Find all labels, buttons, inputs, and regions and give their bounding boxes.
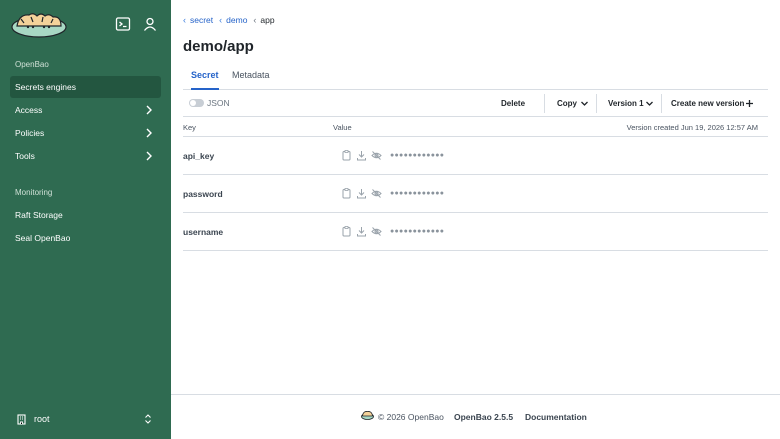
secret-key: password	[183, 189, 223, 199]
table-row: password ●●●●●●●●●●●●	[183, 175, 768, 213]
chevron-down-icon	[581, 101, 588, 106]
toolbar-divider	[661, 94, 662, 113]
eye-off-icon[interactable]	[371, 150, 382, 161]
secret-key: api_key	[183, 151, 215, 161]
create-new-version-button[interactable]: Create new version	[671, 99, 744, 108]
tab-metadata[interactable]: Metadata	[232, 70, 270, 90]
masked-value[interactable]: ●●●●●●●●●●●●	[390, 190, 444, 197]
tab-bar: Secret Metadata	[183, 64, 768, 90]
breadcrumb-demo[interactable]: demo	[226, 15, 247, 25]
chevron-left-icon: ‹	[253, 15, 257, 25]
breadcrumb: ‹ secret ‹ demo ‹ app	[183, 15, 275, 25]
sidebar-item-policies[interactable]: Policies	[10, 122, 161, 144]
openbao-logo-small	[361, 411, 374, 420]
sidebar-item-label: Secrets engines	[15, 82, 76, 92]
plus-icon	[746, 100, 753, 107]
secret-key: username	[183, 227, 224, 237]
tab-secret[interactable]: Secret	[191, 70, 219, 90]
chevron-right-icon	[146, 151, 152, 161]
sidebar-item-tools[interactable]: Tools	[10, 145, 161, 167]
section-monitoring: Monitoring	[15, 188, 53, 197]
download-icon[interactable]	[356, 226, 367, 237]
sidebar-item-label: Policies	[15, 128, 45, 138]
sidebar-item-raft-storage[interactable]: Raft Storage	[10, 204, 161, 226]
footer-documentation-link[interactable]: Documentation	[525, 412, 587, 422]
eye-off-icon[interactable]	[371, 188, 382, 199]
footer: © 2026 OpenBao OpenBao 2.5.5 Documentati…	[171, 394, 780, 439]
user-icon[interactable]	[142, 16, 158, 32]
section-openbao: OpenBao	[15, 60, 49, 69]
user-name: root	[34, 414, 50, 424]
table-header: Key Value Version created Jun 19, 2026 1…	[183, 117, 768, 137]
json-label: JSON	[207, 98, 230, 108]
toolbar-divider	[544, 94, 545, 113]
table-row: username ●●●●●●●●●●●●	[183, 213, 768, 251]
download-icon[interactable]	[356, 150, 367, 161]
sidebar-item-label: Tools	[15, 151, 35, 161]
copy-button[interactable]: Copy	[557, 99, 577, 108]
sidebar: OpenBao Secrets engines Access Policies …	[0, 0, 171, 439]
download-icon[interactable]	[356, 188, 367, 199]
table-row: api_key ●●●●●●●●●●●●	[183, 137, 768, 175]
sidebar-item-label: Seal OpenBao	[15, 233, 71, 243]
chevron-right-icon	[146, 105, 152, 115]
masked-value[interactable]: ●●●●●●●●●●●●	[390, 152, 444, 159]
toolbar-divider	[596, 94, 597, 113]
footer-version-link[interactable]: OpenBao 2.5.5	[454, 412, 513, 422]
column-value: Value	[333, 123, 352, 132]
page-title: demo/app	[183, 38, 254, 55]
openbao-logo[interactable]	[11, 10, 67, 38]
eye-off-icon[interactable]	[371, 226, 382, 237]
toolbar: JSON Delete Copy Version 1 Create new ve…	[183, 90, 768, 117]
chevron-down-icon	[646, 101, 653, 106]
copy-icon[interactable]	[341, 188, 352, 199]
delete-button[interactable]: Delete	[501, 99, 525, 108]
user-menu[interactable]: root	[17, 411, 155, 427]
sidebar-item-label: Raft Storage	[15, 210, 63, 220]
breadcrumb-secret[interactable]: secret	[190, 15, 213, 25]
chevron-left-icon: ‹	[183, 15, 186, 25]
copy-icon[interactable]	[341, 150, 352, 161]
chevron-updown-icon	[145, 414, 151, 424]
chevron-right-icon	[146, 128, 152, 138]
sidebar-item-seal-openbao[interactable]: Seal OpenBao	[10, 227, 161, 249]
json-toggle[interactable]	[189, 99, 204, 107]
footer-copyright: © 2026 OpenBao	[378, 412, 444, 422]
breadcrumb-current: app	[260, 15, 275, 25]
sidebar-item-label: Access	[15, 105, 43, 115]
version-dropdown[interactable]: Version 1	[608, 99, 644, 108]
chevron-left-icon: ‹	[219, 15, 223, 25]
terminal-icon[interactable]	[115, 16, 131, 32]
sidebar-item-access[interactable]: Access	[10, 99, 161, 121]
building-icon	[17, 413, 26, 425]
column-key: Key	[183, 123, 196, 132]
copy-icon[interactable]	[341, 226, 352, 237]
masked-value[interactable]: ●●●●●●●●●●●●	[390, 228, 444, 235]
sidebar-item-secrets-engines[interactable]: Secrets engines	[10, 76, 161, 98]
version-created: Version created Jun 19, 2026 12:57 AM	[626, 123, 758, 132]
